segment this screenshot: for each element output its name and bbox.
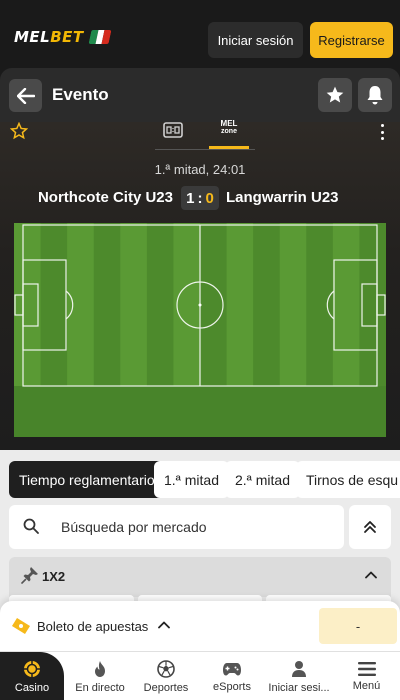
- mexico-flag-icon: [88, 30, 112, 44]
- football-pitch: [14, 223, 386, 437]
- register-button[interactable]: Registrarse: [310, 22, 393, 58]
- bottom-navigation: Casino En directo Deportes eSports Inici…: [0, 651, 400, 700]
- home-score: 1: [186, 189, 195, 207]
- melbet-logo[interactable]: MELBET: [14, 28, 112, 46]
- nav-label: Deportes: [143, 681, 189, 694]
- match-period: 1.ª mitad, 24:01: [154, 162, 246, 177]
- betslip-label: Boleto de apuestas: [37, 619, 149, 634]
- pin-icon[interactable]: [21, 566, 39, 584]
- arrow-left-icon: [16, 87, 35, 104]
- pitch-stripe: [306, 223, 334, 386]
- star-icon: [326, 86, 344, 103]
- double-chevron-up-icon: [364, 521, 376, 533]
- nav-iniciar-sesion[interactable]: Iniciar sesi...: [265, 652, 333, 700]
- hamburger-menu-icon: [357, 661, 376, 676]
- logo-text-mel: MEL: [14, 28, 51, 46]
- back-button[interactable]: [9, 79, 42, 112]
- nav-label: eSports: [213, 680, 251, 693]
- score-separator: :: [197, 189, 203, 207]
- pitch-stripe: [332, 223, 360, 386]
- active-tab-indicator: [209, 146, 249, 149]
- market-header-1x2[interactable]: 1X2: [9, 557, 391, 597]
- notifications-button[interactable]: [358, 78, 392, 112]
- tab-divider: [155, 149, 255, 150]
- away-score: 0: [205, 189, 214, 207]
- pitch-stripe: [279, 223, 307, 386]
- more-options-icon[interactable]: [378, 124, 386, 140]
- melzone-label-mel: MEL: [220, 119, 238, 128]
- nav-menu[interactable]: Menú: [333, 652, 400, 700]
- gamepad-icon: [223, 662, 241, 675]
- bell-icon: [367, 86, 383, 105]
- page-title: Evento: [52, 85, 109, 104]
- nav-label: Iniciar sesi...: [268, 681, 330, 694]
- betslip-total: -: [319, 608, 397, 644]
- favorite-button[interactable]: [318, 78, 352, 112]
- pitch-stripe: [359, 223, 386, 386]
- market-search-input[interactable]: Búsqueda por mercado: [9, 505, 344, 549]
- search-placeholder: Búsqueda por mercado: [61, 519, 207, 535]
- tab-tiros-de-esquina[interactable]: Tirnos de esqu: [296, 461, 400, 498]
- flame-icon: [95, 660, 105, 677]
- tab-segunda-mitad[interactable]: 2.ª mitad: [225, 461, 300, 498]
- chevron-up-icon: [365, 571, 377, 579]
- search-icon: [23, 518, 39, 534]
- nav-label: Menú: [352, 679, 381, 692]
- pitch-stripe: [40, 223, 68, 386]
- pitch-stripe: [67, 223, 95, 386]
- melzone-label-zone: zone: [221, 128, 237, 135]
- ticket-icon: [12, 618, 30, 634]
- user-icon: [292, 660, 306, 677]
- scoreboard-tab-icon[interactable]: [163, 122, 183, 138]
- nav-label: En directo: [75, 681, 125, 694]
- event-bar: Evento: [0, 68, 400, 122]
- home-team-name: Northcote City U23: [37, 189, 173, 206]
- pitch-stripe: [226, 223, 254, 386]
- nav-deportes[interactable]: Deportes: [133, 652, 199, 700]
- tab-tiempo-reglamentario[interactable]: Tiempo reglamentario: [9, 461, 165, 498]
- match-panel: MEL zone 1.ª mitad, 24:01 Northcote City…: [0, 119, 400, 450]
- scoreboard: 1 : 0: [181, 186, 219, 210]
- pitch-stripe: [146, 223, 174, 386]
- pitch-stripe: [253, 223, 281, 386]
- nav-casino[interactable]: Casino: [0, 652, 64, 700]
- nav-label: Casino: [14, 681, 50, 694]
- logo-text-bet: BET: [50, 28, 84, 46]
- pitch-stripe: [14, 223, 42, 386]
- market-title: 1X2: [42, 569, 66, 584]
- login-button[interactable]: Iniciar sesión: [208, 22, 303, 58]
- pitch-stripe: [93, 223, 121, 386]
- chevron-up-icon: [158, 621, 170, 629]
- tab-primera-mitad[interactable]: 1.ª mitad: [154, 461, 229, 498]
- betslip-bar[interactable]: Boleto de apuestas -: [0, 601, 400, 651]
- soccer-ball-icon: [157, 659, 175, 678]
- period-filter-tabs: Tiempo reglamentario 1.ª mitad 2.ª mitad…: [0, 450, 400, 508]
- star-outline-icon[interactable]: [10, 122, 28, 140]
- away-team-name: Langwarrin U23: [226, 189, 339, 206]
- pitch-stripe: [120, 223, 148, 386]
- nav-esports[interactable]: eSports: [199, 652, 265, 700]
- nav-en-directo[interactable]: En directo: [67, 652, 133, 700]
- casino-chip-icon: [24, 660, 40, 677]
- collapse-all-button[interactable]: [349, 505, 391, 549]
